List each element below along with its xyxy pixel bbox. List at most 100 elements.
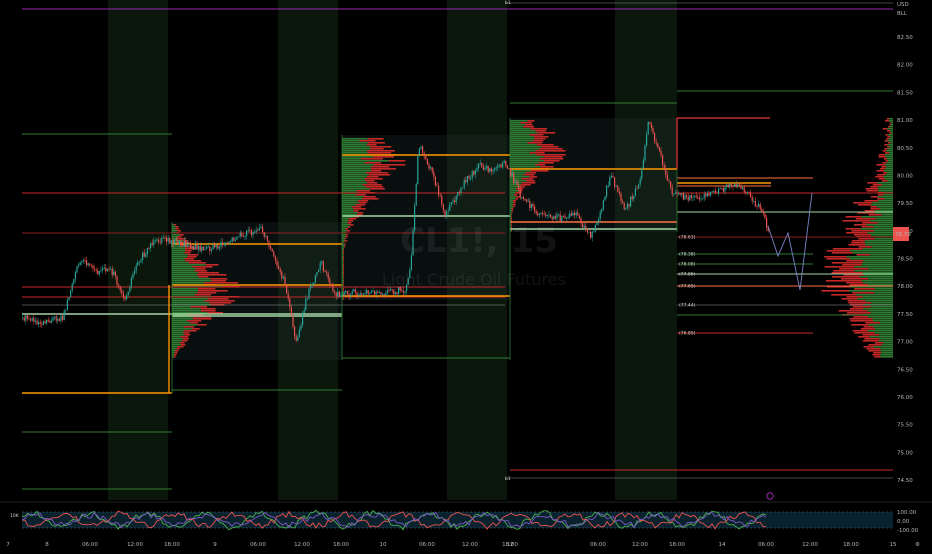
candle: [369, 293, 371, 294]
volume-bar: [197, 292, 217, 294]
candle: [276, 260, 278, 266]
volume-bar: [172, 260, 186, 262]
candle: [593, 231, 595, 233]
volume-bar: [172, 324, 198, 326]
volume-bar: [359, 140, 376, 142]
volume-bar: [885, 156, 893, 158]
candle: [311, 284, 313, 286]
candle: [353, 289, 355, 292]
volume-bar: [342, 156, 373, 158]
candle: [510, 168, 512, 177]
candle: [476, 167, 478, 171]
candle: [124, 297, 126, 300]
candle: [500, 164, 502, 168]
candle: [495, 167, 497, 169]
volume-bar: [371, 170, 382, 172]
candle: [394, 292, 396, 295]
volume-bar: [878, 188, 893, 190]
volume-bar: [342, 146, 371, 148]
volume-bar: [873, 226, 893, 228]
candle: [182, 244, 184, 247]
candle: [758, 204, 760, 207]
volume-bar: [886, 150, 893, 152]
volume-bar: [510, 136, 535, 138]
volume-bar: [868, 324, 893, 326]
volume-bar: [368, 174, 390, 176]
candle: [599, 211, 601, 219]
volume-bar: [864, 200, 879, 202]
y-tick-label: 75.00: [897, 450, 913, 456]
candle: [540, 212, 542, 215]
volume-bar: [863, 282, 893, 284]
volume-bar: [342, 152, 368, 154]
volume-bar: [371, 166, 390, 168]
candle: [194, 244, 196, 250]
candle: [153, 240, 155, 245]
volume-bar: [344, 246, 346, 248]
volume-bar: [510, 144, 537, 146]
candle: [554, 216, 556, 219]
volume-bar: [176, 348, 180, 350]
volume-bar: [889, 118, 893, 120]
candle: [322, 261, 324, 272]
candle: [465, 180, 467, 183]
candle: [618, 191, 620, 194]
volume-bar: [841, 298, 858, 300]
candle: [628, 203, 630, 207]
candle: [225, 242, 227, 245]
volume-bar: [342, 268, 344, 270]
volume-bar: [538, 162, 554, 164]
price-chart[interactable]: 82.5082.0081.5081.0080.5080.0079.5079.00…: [0, 0, 932, 550]
volume-bar: [876, 170, 885, 172]
candle: [658, 147, 660, 151]
candle: [572, 212, 574, 216]
volume-bar: [184, 334, 191, 336]
volume-bar: [540, 166, 554, 168]
volume-bar: [510, 158, 540, 160]
volume-bar: [870, 208, 880, 210]
volume-bar: [342, 196, 364, 198]
candle: [193, 246, 195, 250]
volume-bar: [875, 176, 884, 178]
volume-bar: [510, 164, 536, 166]
candle: [110, 269, 112, 270]
candle: [742, 187, 744, 189]
chart-canvas[interactable]: 82.5082.0081.5081.0080.5080.0079.5079.00…: [0, 0, 932, 550]
candle: [665, 168, 667, 175]
candle: [524, 198, 526, 200]
volume-bar: [879, 208, 893, 210]
volume-bar: [883, 158, 887, 160]
candle: [604, 196, 606, 201]
candle: [58, 318, 60, 321]
y-tick-label: 76.50: [897, 367, 913, 373]
candle: [370, 291, 372, 294]
volume-bar: [172, 252, 185, 254]
volume-bar: [185, 260, 202, 262]
volume-bar: [872, 202, 893, 204]
volume-bar: [342, 258, 344, 260]
volume-bar: [850, 258, 893, 260]
candle: [183, 241, 185, 247]
candle: [550, 214, 552, 218]
candle: [751, 196, 753, 202]
candle: [46, 320, 48, 324]
volume-bar: [178, 236, 182, 238]
candle: [289, 298, 291, 308]
volume-bar: [362, 184, 382, 186]
candle: [433, 171, 435, 177]
volume-bar: [877, 174, 886, 176]
candle: [175, 239, 177, 241]
volume-bar: [343, 298, 344, 300]
volume-bar: [889, 146, 893, 148]
volume-bar: [388, 160, 406, 162]
volume-bar: [870, 196, 878, 198]
candle: [425, 155, 427, 159]
session-shade: [615, 0, 677, 500]
candle: [374, 290, 376, 295]
candle: [703, 194, 705, 199]
volume-bar: [871, 246, 893, 248]
candle: [265, 236, 267, 237]
volume-bar: [512, 204, 516, 206]
settings-icon[interactable]: ⚙: [915, 542, 920, 548]
volume-bar: [205, 264, 219, 266]
